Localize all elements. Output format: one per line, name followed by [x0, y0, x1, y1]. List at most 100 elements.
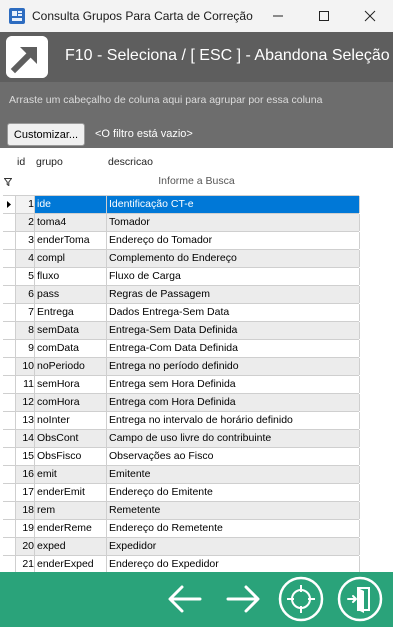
cell-grupo[interactable]: enderEmit: [35, 484, 107, 501]
cell-descricao[interactable]: Entrega no intervalo de horário definido: [107, 412, 360, 429]
table-row[interactable]: 17 enderEmit Endereço do Emitente: [3, 484, 360, 502]
row-indicator[interactable]: [3, 538, 16, 555]
table-row[interactable]: 5 fluxo Fluxo de Carga: [3, 268, 360, 286]
row-indicator[interactable]: [3, 214, 16, 231]
cell-id[interactable]: 1: [16, 196, 35, 213]
row-indicator[interactable]: [3, 466, 16, 483]
cell-descricao[interactable]: Endereço do Emitente: [107, 484, 360, 501]
cell-id[interactable]: 12: [16, 394, 35, 411]
cell-grupo[interactable]: compl: [35, 250, 107, 267]
row-indicator[interactable]: [3, 358, 16, 375]
cell-descricao[interactable]: Identificação CT-e: [107, 196, 360, 213]
table-row[interactable]: 18 rem Remetente: [3, 502, 360, 520]
row-indicator[interactable]: [3, 556, 16, 572]
cell-descricao[interactable]: Emitente: [107, 466, 360, 483]
cell-id[interactable]: 13: [16, 412, 35, 429]
cell-grupo[interactable]: Entrega: [35, 304, 107, 321]
table-row[interactable]: 3 enderToma Endereço do Tomador: [3, 232, 360, 250]
cell-id[interactable]: 6: [16, 286, 35, 303]
column-header-grupo[interactable]: grupo: [36, 156, 63, 168]
table-row[interactable]: 10 noPeriodo Entrega no período definido: [3, 358, 360, 376]
table-row[interactable]: 6 pass Regras de Passagem: [3, 286, 360, 304]
cell-id[interactable]: 19: [16, 520, 35, 537]
table-row[interactable]: 7 Entrega Dados Entrega-Sem Data: [3, 304, 360, 322]
cell-descricao[interactable]: Complemento do Endereço: [107, 250, 360, 267]
column-header-descricao[interactable]: descricao: [108, 156, 153, 168]
row-indicator[interactable]: [3, 304, 16, 321]
cell-grupo[interactable]: ide: [35, 196, 107, 213]
data-grid[interactable]: id grupo descricao Informe a Busca 1 ide I…: [0, 148, 393, 572]
table-row[interactable]: 2 toma4 Tomador: [3, 214, 360, 232]
cell-grupo[interactable]: toma4: [35, 214, 107, 231]
cell-grupo[interactable]: noInter: [35, 412, 107, 429]
row-indicator[interactable]: [3, 484, 16, 501]
cell-grupo[interactable]: noPeriodo: [35, 358, 107, 375]
cell-grupo[interactable]: rem: [35, 502, 107, 519]
cell-id[interactable]: 10: [16, 358, 35, 375]
cell-descricao[interactable]: Fluxo de Carga: [107, 268, 360, 285]
cell-grupo[interactable]: semData: [35, 322, 107, 339]
table-row[interactable]: 9 comData Entrega-Com Data Definida: [3, 340, 360, 358]
cell-id[interactable]: 18: [16, 502, 35, 519]
cell-id[interactable]: 7: [16, 304, 35, 321]
cell-id[interactable]: 17: [16, 484, 35, 501]
cell-descricao[interactable]: Entrega-Com Data Definida: [107, 340, 360, 357]
cell-grupo[interactable]: pass: [35, 286, 107, 303]
cell-grupo[interactable]: enderReme: [35, 520, 107, 537]
table-row[interactable]: 20 exped Expedidor: [3, 538, 360, 556]
cell-descricao[interactable]: Tomador: [107, 214, 360, 231]
table-row[interactable]: 11 semHora Entrega sem Hora Definida: [3, 376, 360, 394]
cell-descricao[interactable]: Endereço do Tomador: [107, 232, 360, 249]
cell-grupo[interactable]: exped: [35, 538, 107, 555]
cell-descricao[interactable]: Endereço do Remetente: [107, 520, 360, 537]
table-row[interactable]: 21 enderExped Endereço do Expedidor: [3, 556, 360, 572]
cell-descricao[interactable]: Regras de Passagem: [107, 286, 360, 303]
table-row[interactable]: 16 emit Emitente: [3, 466, 360, 484]
cell-id[interactable]: 14: [16, 430, 35, 447]
customize-button[interactable]: Customizar...: [7, 123, 85, 146]
cell-grupo[interactable]: ObsFisco: [35, 448, 107, 465]
cell-descricao[interactable]: Remetente: [107, 502, 360, 519]
column-header-id[interactable]: id: [17, 156, 25, 168]
cell-id[interactable]: 5: [16, 268, 35, 285]
next-button[interactable]: [219, 575, 267, 623]
cell-descricao[interactable]: Entrega sem Hora Definida: [107, 376, 360, 393]
cell-id[interactable]: 11: [16, 376, 35, 393]
cell-id[interactable]: 8: [16, 322, 35, 339]
row-indicator[interactable]: [3, 448, 16, 465]
row-indicator[interactable]: [3, 232, 16, 249]
cell-id[interactable]: 20: [16, 538, 35, 555]
group-by-panel[interactable]: Arraste um cabeçalho de coluna aqui para…: [0, 82, 393, 117]
maximize-button[interactable]: [301, 0, 347, 32]
table-row[interactable]: 19 enderReme Endereço do Remetente: [3, 520, 360, 538]
cell-descricao[interactable]: Entrega no período definido: [107, 358, 360, 375]
row-indicator[interactable]: [3, 268, 16, 285]
row-indicator[interactable]: [3, 196, 16, 213]
cell-id[interactable]: 16: [16, 466, 35, 483]
cell-descricao[interactable]: Expedidor: [107, 538, 360, 555]
cell-descricao[interactable]: Dados Entrega-Sem Data: [107, 304, 360, 321]
cell-grupo[interactable]: enderExped: [35, 556, 107, 572]
search-filter-row[interactable]: Informe a Busca: [0, 172, 393, 190]
cell-descricao[interactable]: Observações ao Fisco: [107, 448, 360, 465]
cell-id[interactable]: 3: [16, 232, 35, 249]
cell-grupo[interactable]: fluxo: [35, 268, 107, 285]
table-row[interactable]: 13 noInter Entrega no intervalo de horário…: [3, 412, 360, 430]
cell-grupo[interactable]: enderToma: [35, 232, 107, 249]
row-indicator[interactable]: [3, 340, 16, 357]
table-row[interactable]: 8 semData Entrega-Sem Data Definida: [3, 322, 360, 340]
table-row[interactable]: 14 ObsCont Campo de uso livre do contribui…: [3, 430, 360, 448]
row-indicator[interactable]: [3, 430, 16, 447]
filter-status[interactable]: <O filtro está vazio>: [95, 128, 193, 140]
cell-id[interactable]: 9: [16, 340, 35, 357]
cell-grupo[interactable]: comHora: [35, 394, 107, 411]
table-row[interactable]: 12 comHora Entrega com Hora Definida: [3, 394, 360, 412]
row-indicator[interactable]: [3, 376, 16, 393]
cell-descricao[interactable]: Endereço do Expedidor: [107, 556, 360, 572]
row-indicator[interactable]: [3, 412, 16, 429]
cell-id[interactable]: 15: [16, 448, 35, 465]
row-indicator[interactable]: [3, 286, 16, 303]
cell-descricao[interactable]: Entrega com Hora Definida: [107, 394, 360, 411]
row-indicator[interactable]: [3, 394, 16, 411]
row-indicator[interactable]: [3, 250, 16, 267]
